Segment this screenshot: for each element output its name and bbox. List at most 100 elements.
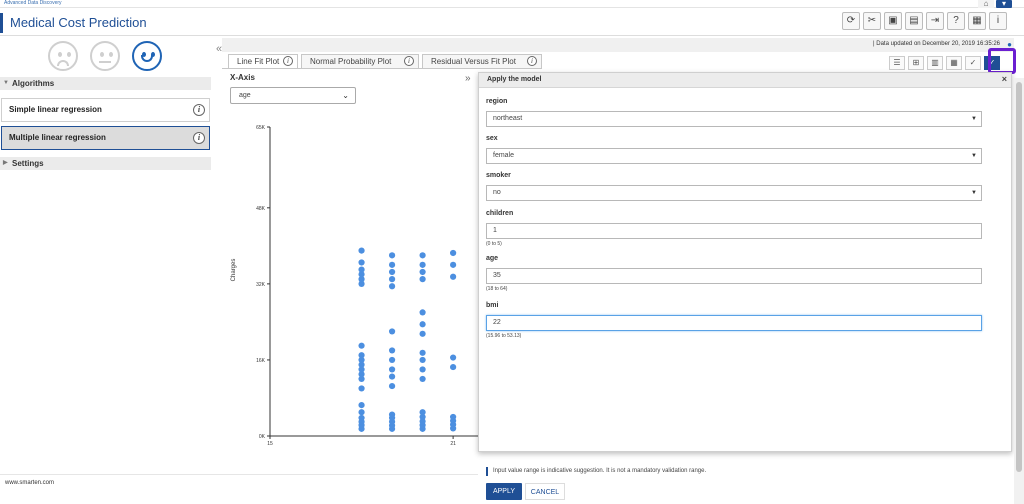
close-icon[interactable]: × <box>1002 74 1007 84</box>
data-point <box>358 385 365 392</box>
data-point <box>419 321 426 328</box>
data-point <box>388 347 396 354</box>
tab-label: Line Fit Plot <box>237 57 280 66</box>
page-title: Medical Cost Prediction <box>10 15 147 30</box>
title-accent <box>0 13 3 33</box>
grid-view-icon[interactable]: ▦ <box>946 56 962 70</box>
data-point <box>388 328 396 335</box>
region-value: northeast <box>493 115 523 122</box>
info-icon[interactable]: i <box>989 12 1007 30</box>
check-light-icon[interactable]: ✓ <box>965 56 981 70</box>
menu-icon[interactable]: ▾ <box>996 0 1012 8</box>
data-point <box>419 309 426 316</box>
tools-icon[interactable]: ✂ <box>863 12 881 30</box>
home-icon[interactable]: ⌂ <box>978 0 994 8</box>
children-value: 1 <box>493 227 497 234</box>
logout-icon[interactable]: ⇥ <box>926 12 944 30</box>
algorithm-multiple-linear-regression[interactable]: Multiple linear regression i <box>1 126 210 150</box>
scrollbar-thumb[interactable] <box>1016 82 1022 472</box>
data-point <box>358 247 365 254</box>
sex-select[interactable]: female ▼ <box>486 148 982 164</box>
sex-value: female <box>493 152 515 159</box>
data-point <box>358 414 365 422</box>
range-note: Input value range is indicative suggesti… <box>486 467 706 476</box>
happy-face-icon[interactable] <box>132 41 162 71</box>
left-panel: ▼ Algorithms Simple linear regression i … <box>0 37 212 474</box>
dialog-header: Apply the model × <box>479 73 1011 88</box>
x-tick-label: 15 <box>267 441 273 447</box>
data-point <box>388 276 396 283</box>
tab-residual-versus-fit-plot[interactable]: Residual Versus Fit Plot i <box>422 54 542 68</box>
info-icon[interactable]: i <box>404 56 414 66</box>
x-axis-select[interactable]: age ⌄ <box>230 87 356 104</box>
data-point <box>419 268 426 276</box>
smoker-select[interactable]: no ▼ <box>486 185 982 201</box>
bmi-input[interactable]: 22 <box>486 315 982 331</box>
info-icon[interactable]: i <box>283 56 293 66</box>
save-as-icon[interactable]: ▤ <box>905 12 923 30</box>
region-select[interactable]: northeast ▼ <box>486 111 982 127</box>
bmi-label: bmi <box>486 302 499 309</box>
data-point <box>358 266 365 273</box>
data-point <box>419 366 426 373</box>
data-point <box>450 249 457 257</box>
algorithm-simple-linear-regression[interactable]: Simple linear regression i <box>1 98 210 122</box>
settings-header-label: Settings <box>12 159 44 168</box>
data-point <box>419 409 426 416</box>
children-input[interactable]: 1 <box>486 223 982 239</box>
data-point <box>388 373 396 380</box>
caret-down-icon: ▼ <box>971 190 977 196</box>
age-input[interactable]: 35 <box>486 268 982 284</box>
dialog-title: Apply the model <box>487 76 542 83</box>
caret-right-icon: ▶ <box>3 160 8 166</box>
expand-panel-icon[interactable]: » <box>465 73 471 84</box>
data-point <box>388 411 396 418</box>
help-icon[interactable]: ? <box>947 12 965 30</box>
info-icon[interactable]: i <box>527 56 537 66</box>
x-tick-label: 21 <box>450 441 456 447</box>
data-point <box>450 261 457 268</box>
smoker-value: no <box>493 189 501 196</box>
tab-label: Normal Probability Plot <box>310 57 392 66</box>
y-tick-label: 65K <box>256 125 266 131</box>
data-point <box>358 342 365 349</box>
tab-line-fit-plot[interactable]: Line Fit Plot i <box>228 54 298 68</box>
data-point <box>419 349 426 356</box>
annotation-highlight-box <box>988 48 1016 74</box>
table-view-icon[interactable]: ▥ <box>927 56 943 70</box>
refresh-icon[interactable]: ⟳ <box>842 12 860 30</box>
footer: www.smarten.com <box>0 474 478 504</box>
info-icon[interactable]: i <box>193 104 205 116</box>
data-updated-text: | Data updated on December 20, 2019 16:3… <box>873 41 1000 47</box>
y-tick-label: 32K <box>256 282 266 288</box>
data-point <box>450 273 457 280</box>
sex-label: sex <box>486 135 498 142</box>
y-axis-title: Charges <box>231 259 237 282</box>
grid-icon[interactable]: ▦ <box>968 12 986 30</box>
apply-button[interactable]: APPLY <box>486 483 522 500</box>
algorithm-label: Simple linear regression <box>9 105 102 114</box>
title-bar: Medical Cost Prediction ⟳ ✂ ▣ ▤ ⇥? ▦ i <box>0 9 1024 36</box>
vertical-scrollbar[interactable] <box>1014 78 1024 504</box>
tree-view-icon[interactable]: ⊞ <box>908 56 924 70</box>
cancel-button[interactable]: CANCEL <box>525 483 565 500</box>
neutral-face-icon[interactable] <box>90 41 120 71</box>
data-point <box>388 252 396 259</box>
data-point <box>450 354 457 361</box>
data-point <box>358 409 365 416</box>
y-tick-label: 16K <box>256 358 266 364</box>
save-icon[interactable]: ▣ <box>884 12 902 30</box>
company-logo-text: Advanced Data Discovery <box>4 0 62 6</box>
settings-header[interactable]: ▶ Settings <box>0 157 211 170</box>
tab-normal-probability-plot[interactable]: Normal Probability Plot i <box>301 54 419 68</box>
tab-underline <box>222 68 542 69</box>
smoker-label: smoker <box>486 172 511 179</box>
list-view-icon[interactable]: ☰ <box>889 56 905 70</box>
data-point <box>388 283 396 290</box>
info-icon[interactable]: i <box>193 132 205 144</box>
data-point <box>388 356 396 364</box>
footer-link[interactable]: www.smarten.com <box>5 480 54 486</box>
algorithms-header[interactable]: ▼ Algorithms <box>0 77 211 90</box>
sad-face-icon[interactable] <box>48 41 78 71</box>
bmi-value: 22 <box>493 319 501 326</box>
